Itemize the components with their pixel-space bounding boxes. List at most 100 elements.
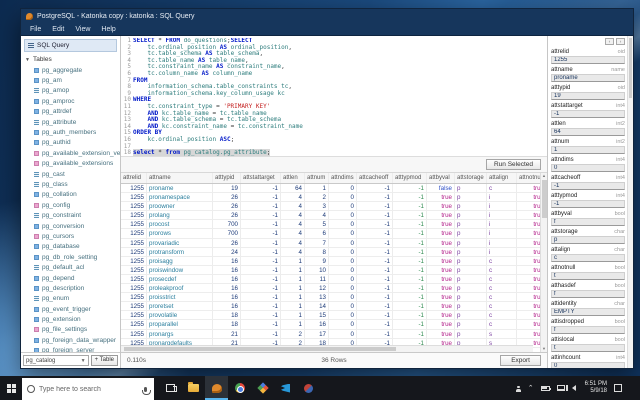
field-value-input[interactable]: 1255 [551,56,625,64]
column-header-attcacheoff[interactable]: attcacheoff [357,173,393,183]
table-row[interactable]: 1255proisagg16-1190-1-1truepctrue [121,256,540,266]
sidebar-item-pg_authid[interactable]: pg_authid [34,138,120,148]
file-explorer-button[interactable] [182,376,205,400]
sidebar-item-pg_database[interactable]: pg_database [34,242,120,252]
menu-view[interactable]: View [75,26,90,33]
table-row[interactable]: 1255proiswindow16-11100-1-1truepctrue [121,265,540,275]
action-center-icon[interactable] [614,384,622,392]
sql-editor[interactable]: 1 2 3 4 5 6 7 8 9 10 11 12 13 14 15 16 17 18 SELECT * FRO… [121,36,547,157]
taskbar-clock[interactable]: 6:51 PM 5/9/18 [585,381,607,395]
field-value-input[interactable]: proname [551,74,625,82]
field-value-input[interactable]: 0 [551,362,625,368]
volume-icon[interactable] [565,385,576,391]
field-value-input[interactable]: 64 [551,128,625,136]
sidebar-item-pg_description[interactable]: pg_description [34,283,120,293]
field-value-input[interactable]: -1 [551,200,625,208]
table-row[interactable]: 1255pronamespace26-1420-1-1truepitrue [121,193,540,203]
horizontal-scrollbar[interactable] [121,345,533,352]
sidebar-item-pg_am[interactable]: pg_am [34,75,120,85]
people-icon[interactable] [515,385,522,392]
column-header-attrelid[interactable]: attrelid [121,173,147,183]
vscode-button[interactable] [274,376,297,400]
sidebar-item-pg_available_extension_vers[interactable]: pg_available_extension_vers [34,148,120,158]
field-value-input[interactable]: 1 [551,146,625,154]
table-row[interactable]: 1255proisstrict16-11130-1-1truepctrue [121,293,540,303]
table-row[interactable]: 1255prolang26-1440-1-1truepitrue [121,211,540,221]
taskbar-search[interactable]: Type here to search [22,378,154,400]
app-button[interactable] [297,376,320,400]
start-button[interactable] [0,376,22,400]
table-row[interactable]: 1255pronargs21-12170-1-1truepstrue [121,329,540,339]
network-icon[interactable] [556,385,565,391]
sidebar-item-pg_constraint[interactable]: pg_constraint [34,210,120,220]
sidebar-item-pg_attribute[interactable]: pg_attribute [34,117,120,127]
scroll-up-arrow-icon[interactable]: ▲ [542,173,546,179]
column-header-attlen[interactable]: attlen [281,173,305,183]
column-header-attndims[interactable]: attndims [329,173,357,183]
field-value-input[interactable]: t [551,272,625,280]
sidebar-item-pg_available_extensions[interactable]: pg_available_extensions [34,159,120,169]
column-header-atttypmod[interactable]: atttypmod [393,173,427,183]
sidebar-item-pg_cursors[interactable]: pg_cursors [34,231,120,241]
table-row[interactable]: 1255proleakproof16-11120-1-1truepctrue [121,284,540,294]
chrome-button[interactable] [228,376,251,400]
sidebar-item-pg_file_settings[interactable]: pg_file_settings [34,325,120,335]
add-table-button[interactable]: + Table [90,355,118,366]
sidebar-item-pg_foreign_data_wrapper[interactable]: pg_foreign_data_wrapper [34,335,120,345]
field-value-input[interactable]: t [551,344,625,352]
menu-file[interactable]: File [30,26,41,33]
table-row[interactable]: 1255provolatile18-11150-1-1truepctrue [121,311,540,321]
field-value-input[interactable]: 19 [551,92,625,100]
sidebar-item-pg_aggregate[interactable]: pg_aggregate [34,65,120,75]
column-header-attbyval[interactable]: attbyval [427,173,455,183]
sidebar-item-pg_default_acl[interactable]: pg_default_acl [34,262,120,272]
table-row[interactable]: 1255prosecdef16-11110-1-1truepctrue [121,274,540,285]
photos-button[interactable] [251,376,274,400]
sidebar-item-pg_class[interactable]: pg_class [34,179,120,189]
code-line-9[interactable]: information_schema.key_column_usage kc [133,90,547,98]
field-value-input[interactable]: 0 [551,164,625,172]
field-value-input[interactable]: f [551,218,625,226]
title-bar[interactable]: PostgreSQL - Katonka copy : katonka : SQ… [21,9,633,23]
battery-icon[interactable] [540,385,551,391]
task-view-button[interactable] [159,376,182,400]
sidebar-item-pg_db_role_setting[interactable]: pg_db_role_setting [34,252,120,262]
table-row[interactable]: 1255proname19-16410-1-1falsepctrue [121,184,540,194]
sidebar-item-pg_enum[interactable]: pg_enum [34,294,120,304]
code-line-16[interactable]: kc.ordinal_position ASC; [133,136,547,144]
field-value-input[interactable]: f [551,326,625,334]
tables-tree-header[interactable]: ▼ Tables [21,54,120,65]
sidebar-item-pg_event_trigger[interactable]: pg_event_trigger [34,304,120,314]
next-record-button[interactable]: › [616,38,625,45]
sidebar-item-pg_conversion[interactable]: pg_conversion [34,221,120,231]
run-selected-button[interactable]: Run Selected [485,159,541,170]
panel-scrollbar[interactable] [627,36,633,368]
vertical-scrollbar[interactable]: ▲ ▼ [540,173,547,352]
export-button[interactable]: Export [500,355,541,366]
table-row[interactable]: 1255prorows700-1460-1-1truepitrue [121,229,540,239]
microphone-icon[interactable] [142,386,151,395]
table-row[interactable]: 1255proretset16-11140-1-1truepctrue [121,302,540,312]
sidebar-item-sql-query[interactable]: SQL Query [24,39,117,52]
field-value-input[interactable]: p [551,236,625,244]
table-row[interactable]: 1255proparallel18-11160-1-1truepctrue [121,320,540,330]
field-value-input[interactable]: EMPTY [551,308,625,316]
scrollbar-thumb[interactable] [541,180,547,218]
table-row[interactable]: 1255provariadic26-1470-1-1truepitrue [121,238,540,248]
column-header-attstattarget[interactable]: attstattarget [241,173,281,183]
sidebar-item-pg_auth_members[interactable]: pg_auth_members [34,127,120,137]
sidebar-item-pg_depend[interactable]: pg_depend [34,273,120,283]
sidebar-item-pg_cast[interactable]: pg_cast [34,169,120,179]
column-header-attalign[interactable]: attalign [487,173,517,183]
field-value-input[interactable]: -1 [551,110,625,118]
table-row[interactable]: 1255proowner26-1430-1-1truepitrue [121,202,540,212]
hidden-icons-chevron-icon[interactable]: ⌃ [528,385,534,392]
field-value-input[interactable]: -1 [551,182,625,190]
sidebar-item-pg_amop[interactable]: pg_amop [34,86,120,96]
field-value-input[interactable]: f [551,290,625,298]
scrollbar-thumb[interactable] [124,347,396,351]
table-row[interactable]: 1255protransform24-1480-1-1truepitrue [121,247,540,257]
column-header-attnum[interactable]: attnum [305,173,329,183]
column-header-attnotnull[interactable]: attnotnull [517,173,540,183]
column-header-atttypid[interactable]: atttypid [213,173,241,183]
